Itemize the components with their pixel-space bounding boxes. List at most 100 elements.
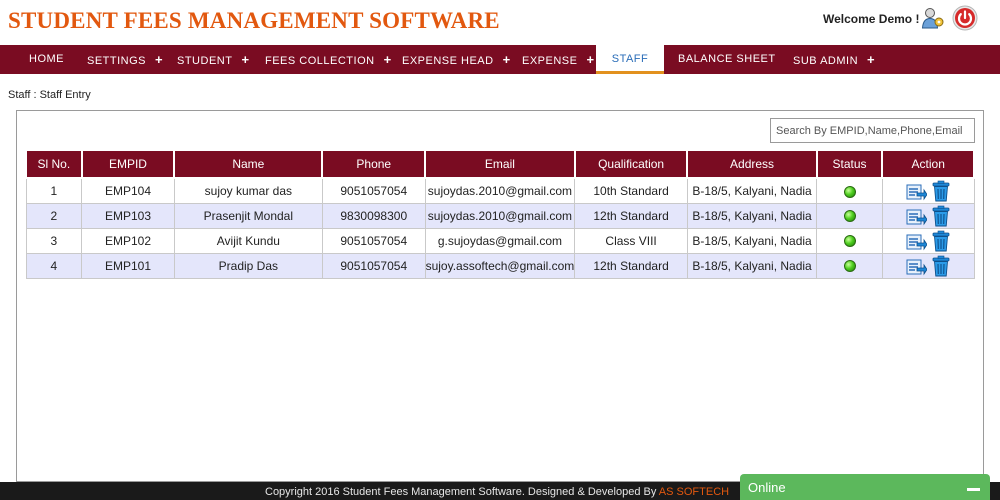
status-active-icon[interactable] [843,235,856,248]
cell-qualification: 12th Standard [574,202,688,229]
cell-sl: 1 [25,177,83,204]
nav-label: STUDENT [177,55,233,67]
cell-email: sujoydas.2010@gmail.com [424,202,576,229]
nav-label: SETTINGS [87,55,147,67]
header: STUDENT FEES MANAGEMENT SOFTWARE Welcome… [0,0,1000,44]
status-active-icon[interactable] [843,260,856,273]
nav-expense[interactable]: EXPENSE + [522,45,595,74]
cell-empid: EMP102 [81,227,175,254]
trash-icon[interactable] [930,180,952,202]
app-title: STUDENT FEES MANAGEMENT SOFTWARE [8,8,500,33]
cell-address: B-18/5, Kalyani, Nadia [686,177,818,204]
nav-label: HOME [29,53,64,65]
plus-icon: + [241,52,250,67]
col-header-address: Address [686,149,818,179]
nav-label: EXPENSE [522,55,578,67]
cell-qualification: Class VIII [574,227,688,254]
cell-phone: 9830098300 [321,202,426,229]
edit-icon[interactable] [905,255,927,277]
nav-label: EXPENSE HEAD [402,55,494,67]
plus-icon: + [383,52,392,67]
cell-qualification: 12th Standard [574,252,688,279]
col-header-qualification: Qualification [573,149,689,179]
cell-email: sujoydas.2010@gmail.com [424,177,576,204]
col-header-empid: EMPID [80,149,176,179]
user-settings-icon[interactable] [921,6,945,30]
col-header-sl: Sl No. [25,149,83,179]
welcome-text: Welcome Demo ! [823,12,920,26]
edit-icon[interactable] [905,180,927,202]
cell-status [816,177,883,204]
trash-icon[interactable] [930,205,952,227]
col-header-phone: Phone [321,149,427,179]
nav-label: BALANCE SHEET [678,53,776,65]
plus-icon: + [155,52,164,67]
chat-label: Online [748,480,786,495]
nav-sub-admin[interactable]: SUB ADMIN + [793,45,875,74]
cell-action [881,227,975,254]
cell-phone: 9051057054 [321,177,426,204]
cell-sl: 4 [25,252,83,279]
cell-action [881,202,975,229]
trash-icon[interactable] [930,255,952,277]
search-input[interactable] [770,118,975,143]
status-active-icon[interactable] [843,210,856,223]
edit-icon[interactable] [905,205,927,227]
cell-name: Avijit Kundu [173,227,323,254]
minimize-icon[interactable] [967,488,980,491]
cell-empid: EMP101 [81,252,175,279]
nav-fees-collection[interactable]: FEES COLLECTION + [265,45,392,74]
cell-email: g.sujoydas@gmail.com [424,227,576,254]
cell-action [881,252,975,279]
col-header-name: Name [173,149,324,179]
cell-sl: 2 [25,202,83,229]
cell-empid: EMP104 [81,177,175,204]
table-row: 3 EMP102 Avijit Kundu 9051057054 g.sujoydas@… [25,227,975,254]
copyright-text: Copyright 2016 Student Fees Management S… [265,486,659,498]
cell-sl: 3 [25,227,83,254]
nav-balance-sheet[interactable]: BALANCE SHEET [678,45,776,74]
cell-name: sujoy kumar das [173,177,323,204]
staff-table: Sl No. EMPID Name Phone Email Qualificat… [25,149,975,279]
cell-status [816,227,883,254]
cell-name: Pradip Das [173,252,323,279]
cell-address: B-18/5, Kalyani, Nadia [686,227,818,254]
company-link[interactable]: AS SOFTECH [659,486,729,498]
table-row: 2 EMP103 Prasenjit Mondal 9830098300 sujoyda… [25,202,975,229]
app-root: STUDENT FEES MANAGEMENT SOFTWARE Welcome… [0,0,1000,500]
nav-expense-head[interactable]: EXPENSE HEAD + [402,45,511,74]
cell-phone: 9051057054 [321,227,426,254]
cell-name: Prasenjit Mondal [173,202,323,229]
col-header-status: Status [815,149,884,179]
col-header-email: Email [424,149,576,179]
cell-address: B-18/5, Kalyani, Nadia [686,202,818,229]
power-icon[interactable] [952,5,978,31]
nav-label: STAFF [611,53,649,65]
nav-settings[interactable]: SETTINGS + [87,45,163,74]
trash-icon[interactable] [930,230,952,252]
footer-text: Copyright 2016 Student Fees Management S… [265,486,729,498]
online-chat-widget[interactable]: Online [740,474,990,500]
cell-empid: EMP103 [81,202,175,229]
table-row: 1 EMP104 sujoy kumar das 9051057054 sujoydas… [25,177,975,204]
cell-address: B-18/5, Kalyani, Nadia [686,252,818,279]
table-row: 4 EMP101 Pradip Das 9051057054 sujoy.assofte… [25,252,975,279]
nav-student[interactable]: STUDENT + [177,45,250,74]
main-nav: HOME SETTINGS + STUDENT + FEES COLLECTION +… [0,45,1000,74]
plus-icon: + [586,52,595,67]
cell-phone: 9051057054 [321,252,426,279]
cell-status [816,252,883,279]
nav-staff[interactable]: STAFF [596,45,664,74]
col-header-action: Action [881,149,975,179]
plus-icon: + [502,52,511,67]
cell-qualification: 10th Standard [574,177,688,204]
breadcrumb: Staff : Staff Entry [8,89,91,101]
plus-icon: + [867,52,876,67]
edit-icon[interactable] [905,230,927,252]
table-header-row: Sl No. EMPID Name Phone Email Qualificat… [25,149,975,179]
cell-email: sujoy.assoftech@gmail.com [424,252,576,279]
nav-label: SUB ADMIN [793,55,859,67]
status-active-icon[interactable] [843,185,856,198]
nav-home[interactable]: HOME [29,45,64,74]
cell-status [816,202,883,229]
